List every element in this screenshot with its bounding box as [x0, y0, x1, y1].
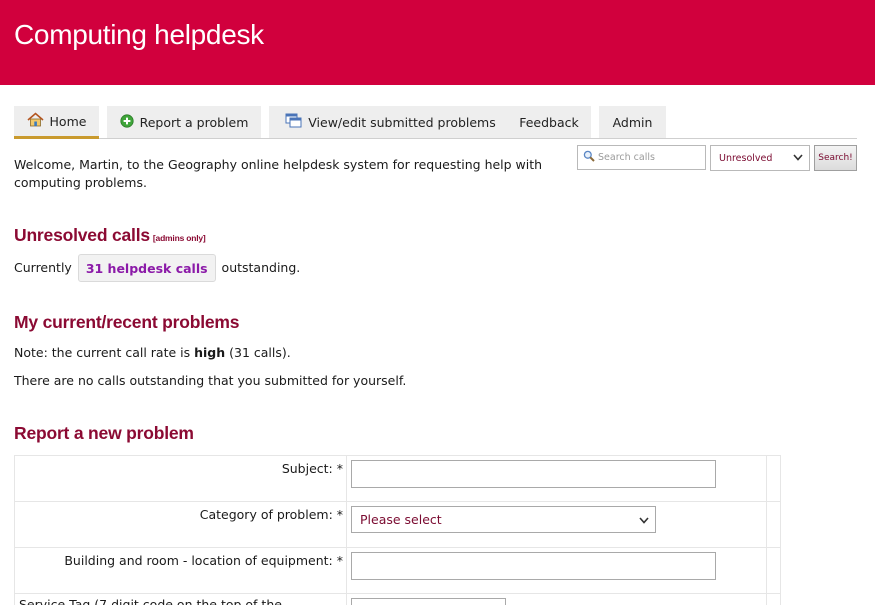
tab-home[interactable]: Home: [14, 106, 99, 139]
my-problems-heading: My current/recent problems: [14, 312, 240, 332]
header-banner: Computing helpdesk: [0, 0, 875, 85]
tab-home-label: Home: [49, 113, 87, 129]
no-calls-message: There are no calls outstanding that you …: [14, 373, 407, 388]
call-rate-value: high: [194, 345, 226, 360]
search-button[interactable]: Search!: [814, 145, 857, 171]
unresolved-heading: Unresolved calls [admins only]: [14, 225, 206, 246]
location-input[interactable]: [351, 552, 716, 580]
app-title: Computing helpdesk: [14, 19, 264, 50]
tab-view-edit-problems-label: View/edit submitted problems: [308, 114, 496, 130]
status-filter-select[interactable]: Unresolved: [710, 145, 810, 171]
tab-feedback-label: Feedback: [519, 114, 579, 130]
add-icon: [120, 113, 134, 131]
call-rate-suffix: (31 calls).: [229, 345, 291, 360]
unresolved-summary: Currently 31 helpdesk calls outstanding.: [14, 254, 300, 282]
search-box[interactable]: [577, 145, 706, 170]
tab-admin-label: Admin: [612, 114, 653, 130]
report-heading: Report a new problem: [14, 423, 194, 443]
tab-admin[interactable]: Admin: [599, 106, 666, 138]
category-label: Category of problem: *: [199, 507, 343, 522]
subject-input[interactable]: [351, 460, 716, 488]
helpdesk-calls-link[interactable]: 31 helpdesk calls: [77, 254, 216, 282]
chevron-down-icon: [639, 512, 649, 527]
chevron-down-icon: [793, 153, 803, 164]
home-icon: [27, 112, 44, 130]
subject-label: Subject: *: [281, 461, 343, 476]
call-rate-note: Note: the current call rate is high (31 …: [14, 344, 291, 362]
windows-icon: [285, 113, 302, 131]
unresolved-suffix: outstanding.: [221, 260, 301, 275]
call-rate-prefix: Note: the current call rate is: [14, 345, 191, 360]
tab-bar: Home Report a problem View/edit submitte…: [14, 106, 857, 139]
tab-feedback[interactable]: Feedback: [507, 106, 591, 138]
search-input[interactable]: [598, 152, 698, 163]
category-select[interactable]: Please select: [351, 506, 656, 533]
service-tag-input[interactable]: [351, 598, 506, 605]
unresolved-heading-text: Unresolved calls: [14, 225, 150, 245]
welcome-message: Welcome, Martin, to the Geography online…: [14, 157, 543, 190]
tab-report-problem-label: Report a problem: [139, 114, 249, 130]
admins-only-note: [admins only]: [152, 233, 206, 243]
category-select-value: Please select: [360, 512, 442, 527]
tab-report-problem[interactable]: Report a problem: [107, 106, 261, 138]
service-tag-label: Service Tag (7 digit code on the top of …: [19, 597, 282, 605]
status-filter-value: Unresolved: [719, 152, 773, 164]
search-icon: [583, 150, 595, 165]
tab-view-edit-problems[interactable]: View/edit submitted problems: [269, 106, 512, 138]
unresolved-prefix: Currently: [14, 260, 72, 275]
location-label: Building and room - location of equipmen…: [64, 553, 343, 568]
